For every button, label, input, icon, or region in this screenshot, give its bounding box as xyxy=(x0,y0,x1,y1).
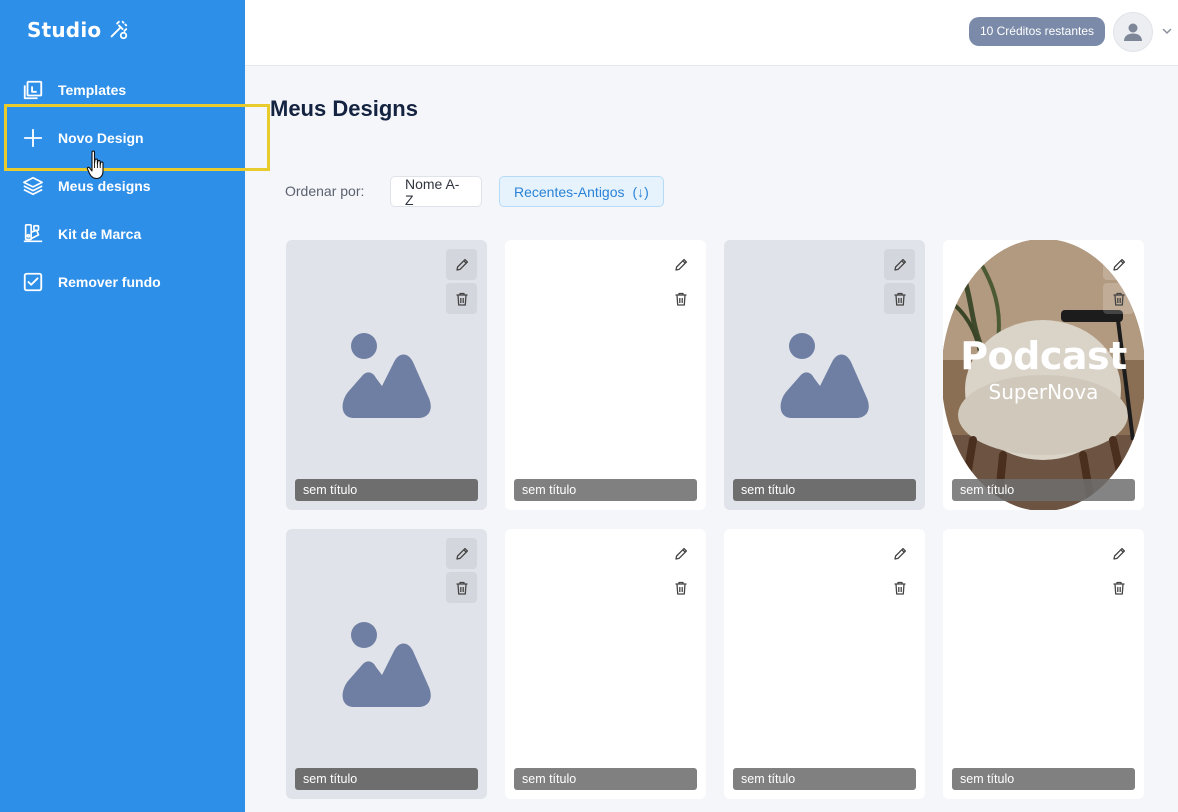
delete-button[interactable] xyxy=(1103,572,1134,603)
sidebar-item-remover-fundo[interactable]: Remover fundo xyxy=(0,262,245,302)
design-title: sem título xyxy=(952,479,1135,501)
design-title: sem título xyxy=(733,479,916,501)
image-placeholder-icon xyxy=(342,333,431,418)
design-title: sem título xyxy=(295,479,478,501)
page-title: Meus Designs xyxy=(270,96,418,121)
sidebar-item-templates[interactable]: Templates xyxy=(0,70,245,110)
delete-button[interactable] xyxy=(884,572,915,603)
trash-icon xyxy=(456,581,467,595)
remove-background-icon xyxy=(22,271,44,293)
delete-button[interactable] xyxy=(665,283,696,314)
delete-button[interactable] xyxy=(665,572,696,603)
edit-button[interactable] xyxy=(665,249,696,280)
design-title: sem título xyxy=(733,768,916,790)
image-placeholder-icon xyxy=(780,333,869,418)
pencil-icon xyxy=(893,547,906,560)
sidebar-item-kit-de-marca[interactable]: Kit de Marca xyxy=(0,214,245,254)
edit-button[interactable] xyxy=(884,538,915,569)
edit-button[interactable] xyxy=(884,249,915,280)
top-bar: 10 Créditos restantes xyxy=(245,0,1178,66)
delete-button[interactable] xyxy=(446,572,477,603)
design-card[interactable]: sem título xyxy=(286,240,487,510)
pencil-icon xyxy=(893,258,906,271)
edit-button[interactable] xyxy=(665,538,696,569)
magic-wand-icon xyxy=(110,20,128,40)
sidebar-item-label: Templates xyxy=(58,82,127,98)
sidebar-item-label: Remover fundo xyxy=(58,274,161,290)
pencil-icon xyxy=(455,547,468,560)
design-title: sem título xyxy=(295,768,478,790)
sort-recent-button[interactable]: Recentes-Antigos (↓) xyxy=(499,176,664,207)
avatar[interactable] xyxy=(1113,12,1153,52)
podcast-art-title: Podcast xyxy=(960,334,1127,378)
sidebar-item-novo-design[interactable]: Novo Design xyxy=(0,118,245,158)
sort-option-label: Recentes-Antigos xyxy=(514,183,625,200)
delete-button[interactable] xyxy=(884,283,915,314)
delete-button[interactable] xyxy=(446,283,477,314)
sidebar: Studio Templates Novo Design Meus design… xyxy=(0,0,245,812)
pencil-icon xyxy=(674,258,687,271)
design-card[interactable]: sem título xyxy=(286,529,487,799)
design-title: sem título xyxy=(514,768,697,790)
trash-icon xyxy=(894,581,905,595)
sort-label: Ordenar por: xyxy=(285,183,365,199)
sort-option-label: Nome A-Z xyxy=(405,175,460,208)
brand-kit-icon xyxy=(22,223,44,245)
templates-icon xyxy=(22,79,44,101)
trash-icon xyxy=(675,581,686,595)
trash-icon xyxy=(1113,292,1124,306)
edit-button[interactable] xyxy=(446,538,477,569)
plus-icon xyxy=(22,127,44,149)
design-card[interactable]: sem título xyxy=(724,529,925,799)
sidebar-item-meus-designs[interactable]: Meus designs xyxy=(0,166,245,206)
trash-icon xyxy=(456,292,467,306)
edit-button[interactable] xyxy=(446,249,477,280)
design-card[interactable]: sem título xyxy=(505,240,706,510)
image-placeholder-icon xyxy=(342,622,431,707)
sort-direction-icon: (↓) xyxy=(632,183,649,200)
pencil-icon xyxy=(455,258,468,271)
pencil-icon xyxy=(1112,547,1125,560)
sort-name-az-button[interactable]: Nome A-Z xyxy=(390,175,482,208)
chevron-down-icon[interactable] xyxy=(1161,25,1173,37)
trash-icon xyxy=(1113,581,1124,595)
pencil-icon xyxy=(1112,258,1125,271)
design-card[interactable]: sem título xyxy=(724,240,925,510)
sidebar-item-label: Kit de Marca xyxy=(58,226,142,242)
podcast-art-subtitle: SuperNova xyxy=(988,380,1099,404)
credits-badge[interactable]: 10 Créditos restantes xyxy=(968,17,1105,46)
design-card[interactable]: Podcast SuperNova sem título xyxy=(943,240,1144,510)
edit-button[interactable] xyxy=(1103,249,1134,280)
pencil-icon xyxy=(674,547,687,560)
design-card[interactable]: sem título xyxy=(943,529,1144,799)
design-title: sem título xyxy=(952,768,1135,790)
brand-logo[interactable]: Studio xyxy=(27,18,129,42)
design-card[interactable]: sem título xyxy=(505,529,706,799)
sidebar-item-label: Meus designs xyxy=(58,178,151,194)
trash-icon xyxy=(894,292,905,306)
design-title: sem título xyxy=(514,479,697,501)
layers-icon xyxy=(22,175,44,197)
user-icon xyxy=(1124,23,1142,41)
brand-name: Studio xyxy=(27,18,102,42)
delete-button[interactable] xyxy=(1103,283,1134,314)
trash-icon xyxy=(675,292,686,306)
edit-button[interactable] xyxy=(1103,538,1134,569)
sidebar-item-label: Novo Design xyxy=(58,130,144,146)
